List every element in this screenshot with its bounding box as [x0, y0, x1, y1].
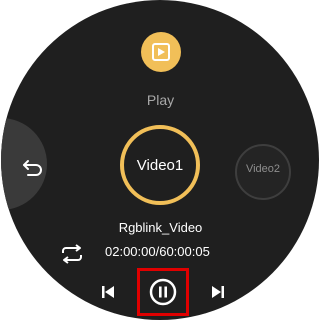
- play-mode-button[interactable]: [141, 32, 181, 72]
- back-arrow-icon[interactable]: [22, 158, 44, 180]
- play-square-icon: [152, 43, 170, 61]
- video-name: Rgblink_Video: [118, 220, 203, 235]
- timecode: 02:00:00/60:00:05: [105, 244, 210, 259]
- skip-next-icon[interactable]: [211, 285, 225, 299]
- stage: Play Video1 Video2 Rgblink_Video 02:00:0…: [0, 0, 321, 320]
- skip-previous-icon[interactable]: [101, 285, 115, 299]
- pause-circle-icon[interactable]: [149, 278, 177, 306]
- next-video-label: Video2: [245, 163, 281, 175]
- next-video-button[interactable]: Video2: [235, 144, 291, 200]
- repeat-icon[interactable]: [60, 244, 84, 264]
- current-video-button[interactable]: Video1: [120, 125, 200, 205]
- mode-label: Play: [146, 92, 175, 108]
- pause-highlight-box: [137, 268, 189, 316]
- current-video-label: Video1: [136, 157, 184, 174]
